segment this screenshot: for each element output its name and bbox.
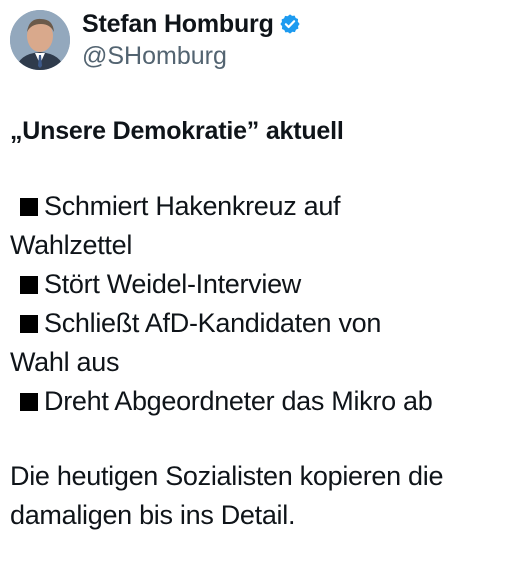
bullet-line: Schmiert Hakenkreuz auf (10, 187, 500, 226)
closing-line: damaligen bis ins Detail. (10, 500, 296, 530)
tweet-closing-text: Die heutigen Sozialisten kopieren die da… (10, 457, 500, 535)
black-square-icon (20, 315, 38, 333)
bullet-line-continued: Wahl aus (10, 347, 120, 377)
bullet-item: Schmiert Hakenkreuz auf Wahlzettel (10, 187, 500, 265)
bullet-line: Dreht Abgeordneter das Mikro ab (10, 382, 500, 421)
tweet-body: „Unsere Demokratie” aktuell Schmiert Hak… (10, 115, 500, 535)
black-square-icon (20, 276, 38, 294)
bullet-item: Stört Weidel-Interview (10, 265, 500, 304)
user-handle[interactable]: @SHomburg (82, 41, 301, 71)
bullet-item: Dreht Abgeordneter das Mikro ab (10, 382, 500, 421)
tweet-author-header: Stefan Homburg @SHomburg (10, 8, 301, 72)
verified-badge-icon (279, 13, 301, 35)
bullet-line: Schließt AfD-Kandidaten von (10, 304, 500, 343)
closing-line: Die heutigen Sozialisten kopieren die (10, 461, 444, 491)
black-square-icon (20, 393, 38, 411)
bullet-line-continued: Wahlzettel (10, 230, 133, 260)
display-name[interactable]: Stefan Homburg (82, 9, 274, 39)
bullet-list: Schmiert Hakenkreuz auf Wahlzettel Stört… (10, 187, 500, 421)
display-name-row: Stefan Homburg (82, 9, 301, 39)
black-square-icon (20, 198, 38, 216)
author-names: Stefan Homburg @SHomburg (82, 9, 301, 71)
bullet-line: Stört Weidel-Interview (10, 265, 500, 304)
bullet-item: Schließt AfD-Kandidaten von Wahl aus (10, 304, 500, 382)
tweet-headline: „Unsere Demokratie” aktuell (10, 117, 344, 145)
avatar[interactable] (10, 10, 70, 70)
